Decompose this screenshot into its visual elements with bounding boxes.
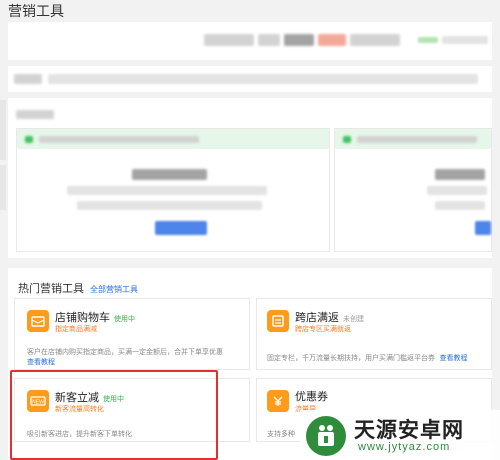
blurred-text — [427, 186, 487, 195]
blurred-text — [284, 34, 314, 46]
blurred-text — [435, 169, 485, 180]
tool-card-store-cart[interactable]: 店铺购物车 使用中 指定商品满减 客户在店铺内购买指定商品，买满一定金额后，合并下… — [14, 298, 250, 370]
blurred-text — [435, 201, 485, 210]
annotation-highlight-box — [10, 370, 218, 460]
card-title: 店铺购物车 — [55, 312, 110, 324]
hot-tools-header: 热门营销工具 全部营销工具 — [18, 280, 138, 296]
all-tools-link[interactable]: 全部营销工具 — [90, 285, 138, 294]
card-title: 优惠券 — [295, 391, 328, 403]
watermark-logo — [306, 416, 346, 456]
status-dot — [343, 136, 351, 143]
blurred-text — [132, 169, 207, 180]
card-subtitle: 跨店专区买满就返 — [295, 326, 351, 333]
side-tab[interactable] — [0, 165, 6, 210]
blurred-text — [77, 201, 262, 210]
card-description: 客户在店铺内购买指定商品，买满一定金额后，合并下单享优惠 — [27, 349, 223, 356]
blurred-text — [204, 34, 254, 46]
blurred-button[interactable] — [475, 221, 491, 235]
page-title: 营销工具 — [8, 3, 64, 19]
status-badge: 使用中 — [114, 316, 135, 323]
notice-strip — [8, 66, 492, 92]
tutorial-link[interactable]: 查看教程 — [27, 357, 55, 367]
activity-card[interactable] — [334, 128, 492, 252]
blurred-text — [14, 74, 42, 84]
card-subtitle: 指定商品满减 — [55, 326, 97, 333]
tutorial-link[interactable]: 查看教程 — [439, 355, 467, 362]
card-description: 支持多种 — [267, 431, 295, 438]
blurred-highlight — [318, 34, 346, 46]
watermark-name: 天源安卓网 — [354, 419, 464, 442]
blurred-button[interactable] — [155, 221, 207, 235]
blurred-text — [357, 136, 477, 143]
cart-coupon-icon — [27, 310, 49, 332]
cross-store-rebate-icon — [267, 310, 289, 332]
blurred-text — [39, 136, 199, 143]
card-footer: 固定专栏，千万流量长期扶持，用户买满门槛返平台券 查看教程 — [267, 347, 467, 365]
tool-card-cross-store-rebate[interactable]: 跨店满返 未创建 跨店专区买满就返 固定专栏，千万流量长期扶持，用户买满门槛返平台… — [256, 298, 492, 370]
activity-card[interactable] — [16, 128, 330, 252]
card-title: 跨店满返 — [295, 312, 339, 324]
watermark: 天源安卓网 www.jytyaz.com — [300, 410, 500, 460]
activity-panel — [8, 98, 492, 258]
side-tab[interactable] — [0, 100, 6, 160]
blurred-text — [67, 186, 267, 195]
blurred-text — [258, 34, 280, 46]
coupon-icon — [267, 390, 289, 412]
status-dot — [25, 136, 33, 143]
status-badge: 未创建 — [343, 316, 364, 323]
blurred-tag — [418, 37, 438, 43]
watermark-url: www.jytyaz.com — [358, 441, 451, 453]
card-description: 固定专栏，千万流量长期扶持，用户买满门槛返平台券 — [267, 355, 435, 362]
summary-panel — [8, 22, 492, 60]
blurred-text — [16, 110, 54, 119]
blurred-text — [48, 74, 478, 84]
blurred-text — [442, 36, 488, 44]
blurred-text — [350, 34, 400, 46]
hot-tools-title: 热门营销工具 — [18, 283, 84, 295]
